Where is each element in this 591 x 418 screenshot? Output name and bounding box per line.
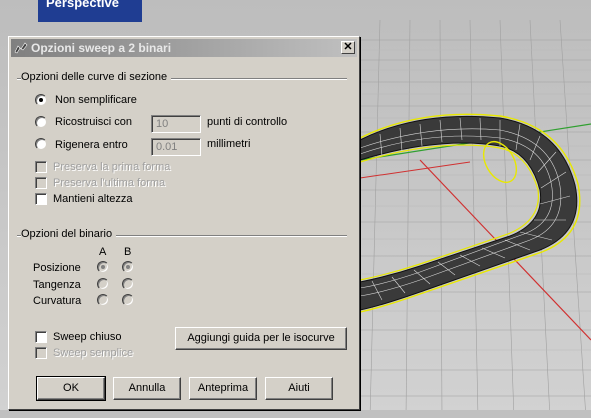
rail-row-position-label: Posizione [33,262,81,274]
section-curves-group-title: Opzioni delle curve di sezione [21,71,172,83]
help-button[interactable]: Aiuti [265,377,333,400]
refit-tolerance-field[interactable]: 0.01 [151,138,201,156]
rail-col-a-header: A [99,246,107,258]
maintain-height-label: Mantieni altezza [53,193,133,205]
preserve-last-label: Preserva l'ultima forma [53,177,166,189]
rail-b-curvature-radio[interactable] [122,294,134,306]
ok-button[interactable]: OK [36,376,106,401]
preserve-last-checkbox[interactable] [35,177,47,189]
viewport-title-tab[interactable]: Perspective [38,0,142,22]
closed-sweep-checkbox[interactable] [35,331,47,343]
dialog-titlebar[interactable]: Opzioni sweep a 2 binari ✕ [11,39,357,57]
rebuild-points-field[interactable]: 10 [151,115,201,133]
rhino-app-icon [14,42,28,54]
rail-a-position-radio[interactable] [97,261,109,273]
rail-b-position-radio[interactable] [122,261,134,273]
refit-unit-label: millimetri [207,138,251,150]
preserve-first-checkbox[interactable] [35,161,47,173]
screen: Perspective Opzioni sweep a 2 binari ✕ O… [0,0,591,418]
sweep2-options-dialog: Opzioni sweep a 2 binari ✕ Opzioni delle… [8,36,360,410]
close-button[interactable]: ✕ [341,41,355,54]
cancel-button[interactable]: Annulla [113,377,181,400]
maintain-height-checkbox[interactable] [35,193,47,205]
refit-radio[interactable] [35,138,47,150]
simple-sweep-checkbox[interactable] [35,347,47,359]
rebuild-radio[interactable] [35,116,47,128]
close-icon: ✕ [343,41,353,53]
simple-sweep-label: Sweep semplice [53,347,134,359]
dialog-title: Opzioni sweep a 2 binari [31,41,172,55]
no-simplify-label: Non semplificare [55,94,137,106]
closed-sweep-label: Sweep chiuso [53,331,122,343]
rail-b-tangency-radio[interactable] [122,278,134,290]
rebuild-label: Ricostruisci con [55,116,133,128]
rail-row-curvature-label: Curvatura [33,295,82,307]
viewport-title: Perspective [46,0,119,10]
rail-a-tangency-radio[interactable] [97,278,109,290]
rebuild-unit-label: punti di controllo [207,116,288,128]
preserve-first-label: Preserva la prima forma [53,161,171,173]
rail-a-curvature-radio[interactable] [97,294,109,306]
preview-button[interactable]: Anteprima [189,377,257,400]
rail-row-tangency-label: Tangenza [33,279,81,291]
add-isocurve-guide-button[interactable]: Aggiungi guida per le isocurve [175,327,347,350]
rail-group-title: Opzioni del binario [21,228,117,240]
refit-label: Rigenera entro [55,139,128,151]
rail-col-b-header: B [124,246,132,258]
no-simplify-radio[interactable] [35,94,47,106]
